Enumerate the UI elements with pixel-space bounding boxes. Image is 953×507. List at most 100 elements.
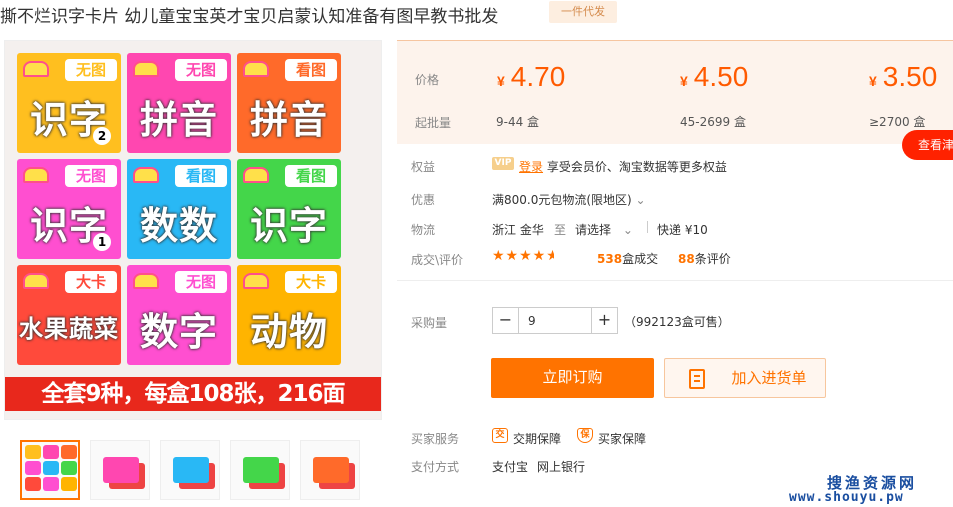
crown-logo-icon [23, 61, 49, 77]
crown-logo-icon [23, 167, 49, 183]
review-count[interactable]: 88条评价 [678, 250, 731, 267]
dropship-badge[interactable]: 一件代发 [549, 1, 617, 23]
crown-logo-icon [243, 61, 269, 77]
main-product-image[interactable]: 无图 识字 2 无图 拼音 看图 拼音 无图 识字 1 看图 数数 看图 识字 大卡 水果蔬菜 无图 数字 大卡 动物… [4, 40, 382, 420]
vip-icon: VIP [492, 157, 514, 170]
flashcard-box: 无图 识字 2 [17, 53, 121, 153]
reviews-label: 成交\评价 [411, 253, 464, 267]
card-tag: 无图 [175, 59, 227, 81]
ship-from: 浙江 金华 [492, 223, 544, 237]
thumbnail-block [43, 477, 59, 491]
moq-label: 起批量 [415, 116, 452, 130]
flashcard-box: 看图识字 [237, 159, 341, 259]
crown-logo-icon [243, 167, 269, 183]
purchase-qty-label: 采购量 [411, 316, 448, 330]
thumbnail-2[interactable] [90, 440, 150, 500]
available-stock: （992123盒可售） [624, 315, 730, 329]
crown-logo-icon [23, 273, 49, 289]
payment-label: 支付方式 [411, 460, 460, 474]
card-tag: 无图 [65, 59, 117, 81]
chevron-down-icon: ⌄ [635, 193, 646, 207]
flashcard-box: 无图数字 [127, 265, 231, 365]
card-title: 拼音 [139, 98, 218, 142]
crown-logo-icon [133, 167, 159, 183]
thumbnail-block [61, 477, 77, 491]
flashcard-box: 大卡水果蔬菜 [17, 265, 121, 365]
section-divider [397, 280, 953, 281]
delivery-guarantee-icon: 交 [492, 428, 508, 443]
card-tag: 看图 [285, 165, 337, 187]
thumbnail-1[interactable] [20, 440, 80, 500]
thumbnail-box [103, 457, 139, 483]
thumbnail-3[interactable] [160, 440, 220, 500]
order-now-button[interactable]: 立即订购 [491, 358, 654, 398]
card-tag: 看图 [175, 165, 227, 187]
thumbnail-block [43, 445, 59, 459]
thumbnail-4[interactable] [230, 440, 290, 500]
qty-tier-3: ≥2700 盒 [869, 115, 926, 129]
see-more-button[interactable]: 查看津 [902, 130, 953, 160]
star-rating: ★★★★★ [492, 248, 555, 264]
discount-label: 优惠 [411, 193, 436, 207]
card-title: 水果蔬菜 [19, 315, 119, 343]
flashcard-box: 看图数数 [127, 159, 231, 259]
buyer-protection-icon: 保 [577, 428, 593, 443]
image-banner-text: 全套9种，每盒108张，216面 [5, 377, 381, 411]
crown-logo-icon [243, 273, 269, 289]
quantity-stepper: − + [492, 307, 618, 334]
flashcard-box: 看图 拼音 [237, 53, 341, 153]
qty-tier-2: 45-2699 盒 [680, 115, 746, 129]
flashcard-box: 大卡动物 [237, 265, 341, 365]
express-fee: 快递 ¥10 [657, 223, 708, 237]
login-link[interactable]: 登录 [519, 160, 543, 174]
sold-count[interactable]: 538盒成交 [597, 250, 658, 267]
decrease-button[interactable]: − [493, 308, 519, 333]
card-volume-number: 1 [93, 233, 111, 251]
rights-text: 登录 享受会员价、淘宝数据等更多权益 [519, 160, 727, 174]
payment-alipay: 支付宝 [492, 460, 529, 474]
card-tag: 大卡 [285, 271, 337, 293]
crown-logo-icon [133, 61, 159, 77]
logistics-label: 物流 [411, 223, 436, 237]
thumbnail-block [25, 445, 41, 459]
product-detail-page: 撕不烂识字卡片 幼儿童宝宝英才宝贝启蒙认知准备有图早教书批发 一件代发 无图 识字… [0, 0, 953, 507]
buyer-protection[interactable]: 买家保障 [598, 430, 646, 447]
card-title: 数字 [139, 310, 218, 354]
ship-to-word: 至 [554, 223, 567, 237]
thumbnail-box [243, 457, 279, 483]
discount-text[interactable]: 满800.0元包物流(限地区) ⌄ [492, 191, 646, 208]
increase-button[interactable]: + [591, 308, 617, 333]
card-title: 识字 [249, 204, 328, 248]
card-tag: 大卡 [65, 271, 117, 293]
thumbnail-block [61, 445, 77, 459]
crown-logo-icon [133, 273, 159, 289]
thumbnail-block [25, 461, 41, 475]
thumbnail-block [61, 461, 77, 475]
payment-online-bank: 网上银行 [537, 460, 586, 474]
delivery-guarantee[interactable]: 交期保障 [513, 430, 561, 447]
clipboard-icon [689, 369, 705, 389]
destination-select[interactable]: 请选择 ⌄ [575, 221, 633, 238]
quantity-input[interactable] [520, 308, 590, 333]
thumbnail-box [313, 457, 349, 483]
card-tag: 无图 [175, 271, 227, 293]
price-label: 价格 [415, 73, 440, 87]
watermark-url: www.shouyu.pw [789, 490, 904, 505]
thumbnail-block [25, 477, 41, 491]
flashcard-box: 无图 识字 1 [17, 159, 121, 259]
price-tier-3: ¥3.50 [869, 61, 938, 92]
add-to-cart-button[interactable]: 加入进货单 [664, 358, 826, 398]
qty-tier-1: 9-44 盒 [496, 115, 540, 129]
flashcard-box: 无图拼音 [127, 53, 231, 153]
thumbnail-5[interactable] [300, 440, 360, 500]
price-tier-2: ¥4.50 [680, 61, 749, 92]
chevron-down-icon: ⌄ [622, 223, 633, 237]
price-panel: 价格 起批量 ¥4.70 ¥4.50 ¥3.50 9-44 盒 45-2699 … [397, 40, 953, 144]
thumbnail-strip [20, 440, 365, 502]
card-tag: 无图 [65, 165, 117, 187]
rights-label: 权益 [411, 160, 436, 174]
card-title: 动物 [249, 310, 328, 354]
card-volume-number: 2 [93, 127, 111, 145]
card-title: 数数 [139, 204, 218, 248]
buyer-services-label: 买家服务 [411, 432, 460, 446]
